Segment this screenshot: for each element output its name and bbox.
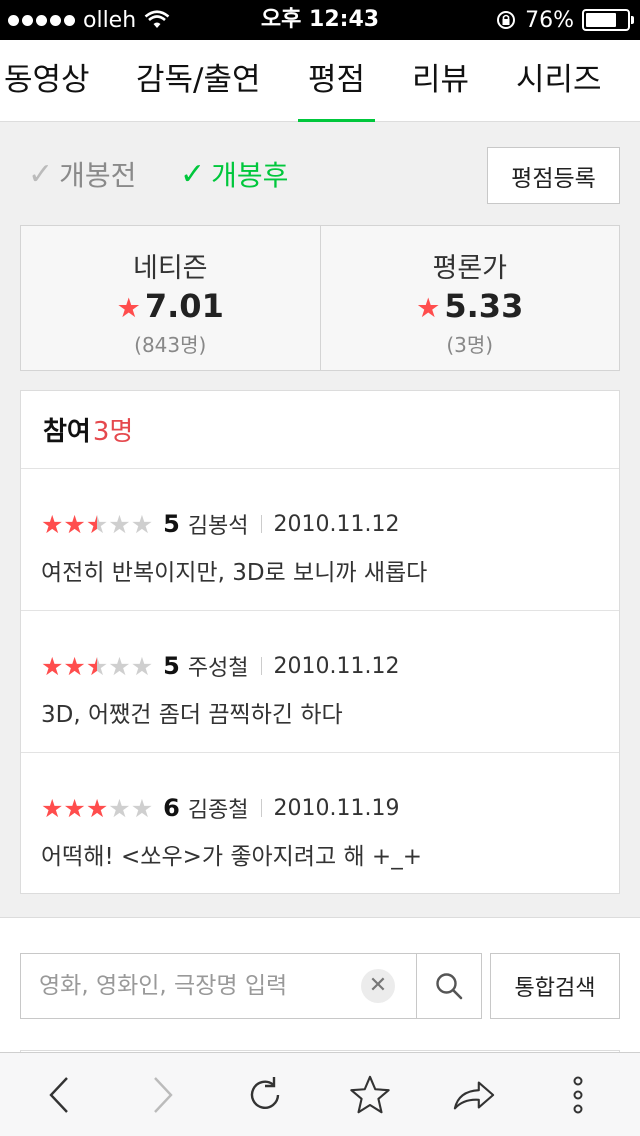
- review-score: 5: [163, 652, 180, 680]
- review-date: 2010.11.12: [273, 653, 400, 679]
- check-icon: ✓: [180, 156, 206, 192]
- bookmark-button[interactable]: [348, 1073, 392, 1117]
- star-icon: ★: [416, 293, 441, 324]
- critic-reviews-card: 참여 3명 ★ ★ ★ ★ ★ 5 김봉석 2010.11.12 여전히 반복이지만, …: [20, 390, 620, 894]
- search-box: ✕: [20, 953, 482, 1019]
- star-empty-icon: ★: [130, 793, 154, 823]
- star-empty-icon: ★: [108, 793, 131, 823]
- tab-video[interactable]: 동영상: [4, 40, 90, 122]
- netizen-value: 7.01: [144, 287, 224, 325]
- rotation-lock-icon: [497, 11, 516, 29]
- reviews-header: 참여 3명: [21, 391, 619, 469]
- reviewer-name: 주성철: [187, 656, 249, 681]
- search-input[interactable]: [21, 954, 417, 1018]
- battery-group: 76%: [495, 0, 634, 40]
- star-full-icon: ★: [41, 651, 64, 681]
- review-date: 2010.11.19: [273, 795, 400, 821]
- netizen-value-row: ★ 7.01: [21, 287, 320, 325]
- netizen-score[interactable]: 네티즌 ★ 7.01 (843명): [21, 226, 320, 370]
- star-half-icon: ★: [85, 651, 109, 681]
- review-item: ★ ★ ★ ★ ★ 5 주성철 2010.11.12 3D, 어쨌건 좀더 끔찍하긴 하…: [21, 611, 619, 753]
- status-bar: olleh 오후 12:43 76%: [0, 0, 640, 40]
- check-icon: ✓: [28, 156, 54, 192]
- star-empty-icon: ★: [108, 651, 131, 681]
- netizen-count: (843명): [134, 333, 207, 357]
- more-button[interactable]: [556, 1073, 600, 1117]
- search-icon: [436, 973, 463, 1000]
- filter-before-release[interactable]: ✓ 개봉전: [28, 154, 136, 194]
- critic-value-row: ★ 5.33: [321, 287, 620, 325]
- search-button[interactable]: [417, 954, 481, 1018]
- critic-count: (3명): [446, 333, 494, 357]
- divider: [260, 515, 262, 533]
- reload-icon: [250, 1077, 280, 1109]
- forward-icon: [154, 1077, 173, 1113]
- reviewer-name: 김종철: [187, 798, 249, 823]
- bookmark-star-icon: [350, 1075, 390, 1114]
- star-full-icon: ★: [41, 509, 64, 539]
- star-rating: ★ ★ ★ ★ ★: [41, 654, 153, 679]
- battery-percent: 76%: [525, 7, 574, 33]
- netizen-label: 네티즌: [132, 253, 208, 284]
- reviews-count: 3명: [92, 417, 134, 447]
- star-full-icon: ★: [63, 793, 86, 823]
- star-empty-icon: ★: [130, 651, 154, 681]
- tab-review[interactable]: 리뷰: [412, 40, 469, 122]
- score-summary: 네티즌 ★ 7.01 (843명) 평론가 ★ 5.33 (3명): [20, 225, 620, 371]
- register-rating-button[interactable]: 평점등록: [487, 147, 620, 204]
- more-icon: [573, 1076, 583, 1114]
- star-full-icon: ★: [63, 651, 86, 681]
- star-full-icon: ★: [85, 793, 109, 823]
- reload-button[interactable]: [244, 1073, 288, 1117]
- tab-rating[interactable]: 평점: [297, 40, 376, 122]
- share-button[interactable]: [452, 1073, 496, 1117]
- back-icon: [49, 1077, 68, 1113]
- reviewer-name: 김봉석: [187, 514, 249, 539]
- star-full-icon: ★: [63, 509, 86, 539]
- back-button[interactable]: [38, 1073, 82, 1117]
- battery-icon: [582, 9, 634, 31]
- star-empty-icon: ★: [130, 509, 154, 539]
- review-date: 2010.11.12: [273, 511, 400, 537]
- critic-value: 5.33: [444, 287, 524, 325]
- critic-score[interactable]: 평론가 ★ 5.33 (3명): [319, 226, 620, 370]
- review-item: ★ ★ ★ ★ ★ 5 김봉석 2010.11.12 여전히 반복이지만, 3D로 보니…: [21, 469, 619, 611]
- review-score: 6: [163, 794, 180, 822]
- filter-before-label: 개봉전: [59, 159, 137, 192]
- review-text: 3D, 어쨌건 좀더 끔찍하긴 하다: [41, 702, 343, 728]
- star-rating: ★ ★ ★ ★ ★: [41, 796, 153, 821]
- forward-button[interactable]: [140, 1073, 184, 1117]
- tab-director-cast[interactable]: 감독/출연: [136, 40, 261, 122]
- share-icon: [453, 1081, 495, 1110]
- tab-series[interactable]: 시리즈: [516, 40, 602, 122]
- divider: [260, 657, 262, 675]
- star-half-icon: ★: [85, 509, 109, 539]
- review-text: 어떡해! <쏘우>가 좋아지려고 해 +_+: [41, 844, 422, 870]
- filter-after-label: 개봉후: [211, 159, 289, 192]
- star-icon: ★: [116, 293, 141, 324]
- reviews-title: 참여: [43, 417, 91, 447]
- star-rating: ★ ★ ★ ★ ★: [41, 512, 153, 537]
- review-text: 여전히 반복이지만, 3D로 보니까 새롭다: [41, 560, 428, 586]
- critic-label: 평론가: [432, 253, 508, 284]
- review-item: ★ ★ ★ ★ ★ 6 김종철 2010.11.19 어떡해! <쏘우>가 좋아지려고 …: [21, 753, 619, 895]
- star-empty-icon: ★: [108, 509, 131, 539]
- star-full-icon: ★: [41, 793, 64, 823]
- tab-bar: 동영상 감독/출연 평점 리뷰 시리즈: [0, 40, 640, 122]
- review-score: 5: [163, 510, 180, 538]
- browser-toolbar: [0, 1052, 640, 1136]
- clear-icon[interactable]: ✕: [361, 969, 395, 1003]
- filter-after-release[interactable]: ✓ 개봉후: [180, 154, 288, 194]
- divider: [260, 799, 262, 817]
- integrated-search-button[interactable]: 통합검색: [490, 953, 620, 1019]
